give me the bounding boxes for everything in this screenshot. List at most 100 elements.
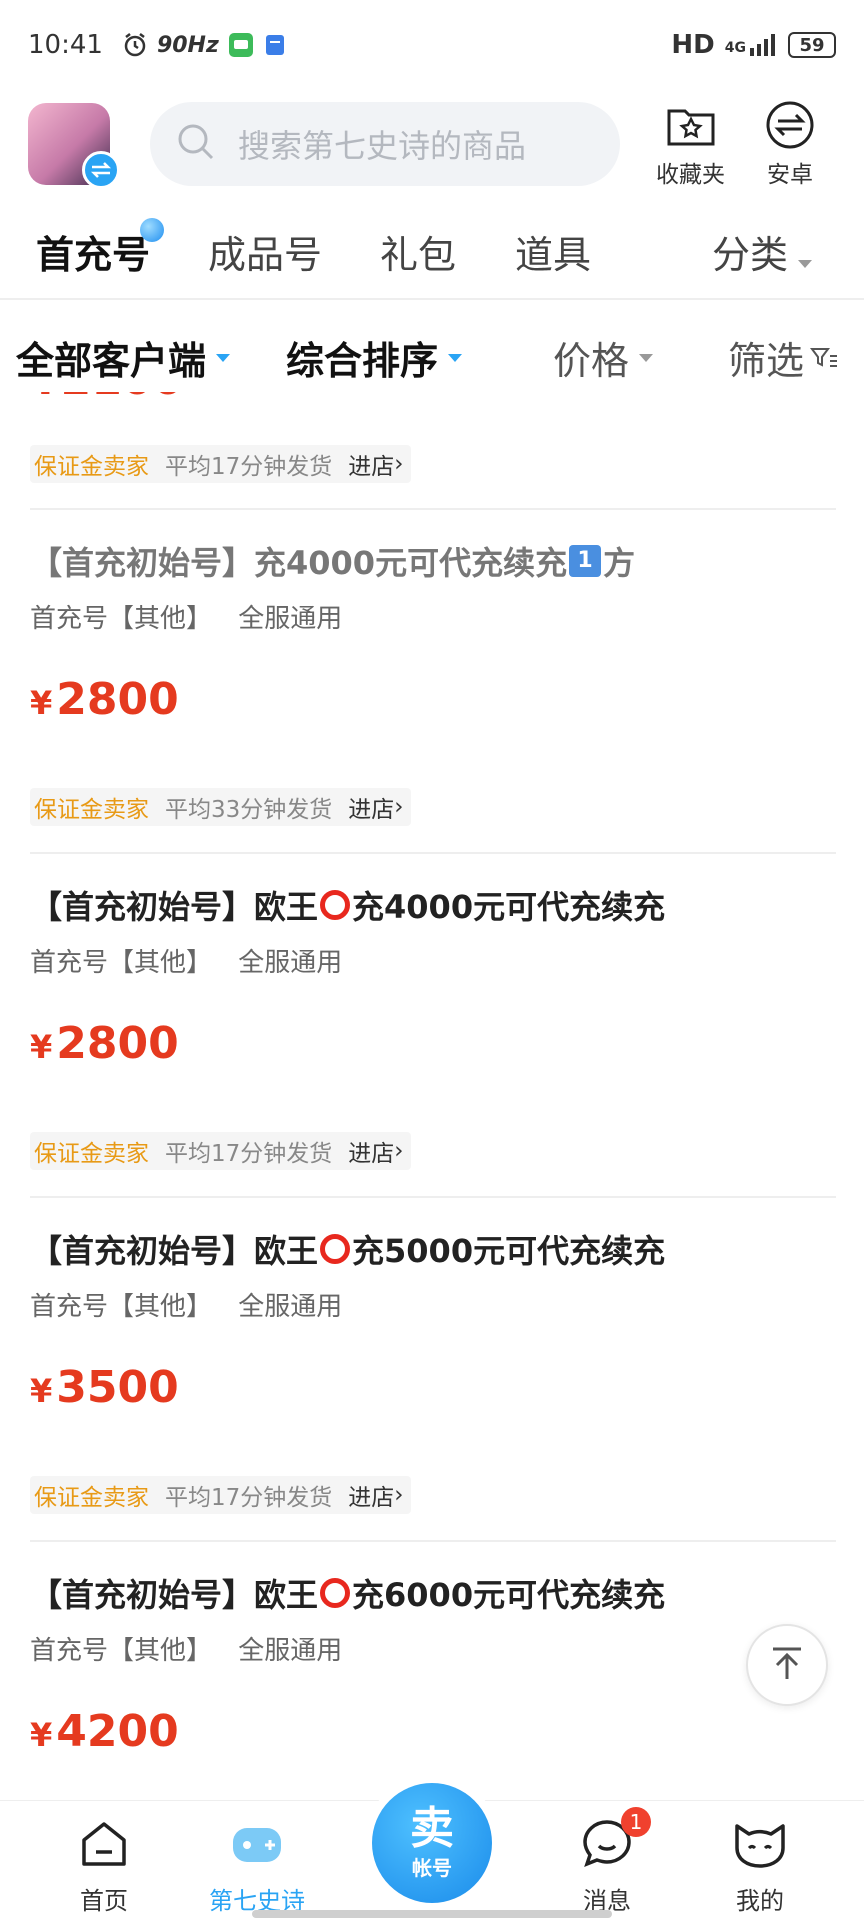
home-indicator[interactable] — [252, 1910, 612, 1918]
game-avatar[interactable] — [28, 103, 120, 189]
alarm-icon — [121, 31, 149, 59]
android-switch-icon — [765, 99, 815, 151]
sort-dropdown[interactable]: 综合排序 — [286, 330, 463, 385]
item-title: 【首充初始号】充4000元可代充续充 1 方 — [30, 544, 636, 582]
item-category: 首充号【其他】 — [30, 604, 213, 634]
item-category: 首充号【其他】 — [30, 1292, 213, 1322]
back-to-top-button[interactable] — [746, 1624, 828, 1706]
nav-game[interactable]: 第七史诗 — [207, 1813, 307, 1916]
item-price: ¥3500 — [30, 1362, 179, 1413]
item-meta: 首充号【其他】 全服通用 — [30, 1286, 836, 1323]
store-app-icon — [263, 33, 287, 57]
arrow-up-icon — [767, 1643, 807, 1687]
seller-tag-row: 保证金卖家 平均33分钟发货 进店 › — [30, 788, 412, 826]
search-placeholder: 搜索第七史诗的商品 — [238, 127, 527, 165]
search-input[interactable]: 搜索第七史诗的商品 — [150, 102, 620, 186]
seller-tag-row: 保证金卖家 平均17分钟发货 进店 › — [30, 1132, 412, 1170]
red-circle-emoji — [320, 890, 351, 920]
list-divider — [30, 1196, 836, 1198]
item-meta: 首充号【其他】 全服通用 — [30, 598, 836, 635]
category-caret-icon — [798, 260, 813, 268]
tab-items[interactable]: 道具 — [515, 224, 591, 279]
home-icon — [78, 1813, 130, 1875]
messages-badge: 1 — [621, 1807, 651, 1837]
search-icon — [176, 122, 216, 166]
chevron-right-icon: › — [394, 1482, 404, 1508]
refresh-rate: 90Hz — [156, 32, 219, 58]
item-server: 全服通用 — [238, 1292, 343, 1322]
list-divider — [30, 508, 836, 510]
avg-delivery: 平均17分钟发货 — [165, 454, 333, 480]
signal-icon: 4G — [725, 34, 778, 56]
avg-delivery: 平均17分钟发货 — [165, 1485, 333, 1511]
item-price: ¥2800 — [30, 1018, 179, 1069]
guarantee-label: 保证金卖家 — [34, 454, 149, 480]
nav-messages[interactable]: 消息 1 — [557, 1807, 657, 1916]
tabs-divider — [0, 298, 864, 300]
filter-button[interactable]: 筛选 — [728, 330, 838, 385]
list-item[interactable]: 【首充初始号】欧王 充6000元可代充续充 首充号【其他】 全服通用 — [30, 1570, 836, 1667]
list-item[interactable]: 【首充初始号】充4000元可代充续充 1 方 首充号【其他】 全服通用 — [30, 538, 836, 635]
favorites-button[interactable]: 收藏夹 — [656, 99, 725, 189]
network-hd: HD — [671, 30, 715, 60]
list-divider — [30, 852, 836, 854]
red-circle-emoji — [320, 1578, 351, 1608]
guarantee-label: 保证金卖家 — [34, 1141, 149, 1167]
seller-tag-row: 保证金卖家 平均17分钟发货 进店 › — [30, 445, 412, 483]
nav-home[interactable]: 首页 — [54, 1813, 154, 1916]
message-app-icon — [227, 31, 255, 59]
item-title: 【首充初始号】欧王 充6000元可代充续充 — [30, 1576, 666, 1614]
cat-face-icon — [731, 1813, 789, 1875]
client-filter[interactable]: 全部客户端 — [16, 330, 231, 385]
tab-category[interactable]: 分类 — [712, 224, 813, 279]
gamepad-icon — [227, 1813, 287, 1875]
avg-delivery: 平均17分钟发货 — [165, 1141, 333, 1167]
tab-finished-account[interactable]: 成品号 — [208, 224, 322, 279]
seller-tag-row: 保证金卖家 平均17分钟发货 进店 › — [30, 1476, 412, 1514]
price-sort[interactable]: 价格 — [553, 330, 654, 385]
top-header: 搜索第七史诗的商品 收藏夹 安卓 — [28, 96, 836, 192]
sort-caret-icon — [448, 353, 463, 362]
favorites-folder-icon — [666, 99, 716, 151]
item-price: ¥4200 — [30, 1706, 179, 1757]
nav-home-label: 首页 — [80, 1887, 128, 1915]
price-caret-icon — [639, 353, 654, 362]
item-server: 全服通用 — [238, 1636, 343, 1666]
bottom-nav: 首页 第七史诗 卖 帐号 消息 1 我的 — [0, 1783, 864, 1920]
chevron-right-icon: › — [394, 451, 404, 477]
item-title: 【首充初始号】欧王 充4000元可代充续充 — [30, 888, 666, 926]
item-title: 【首充初始号】欧王 充5000元可代充续充 — [30, 1232, 666, 1270]
enter-shop-link[interactable]: 进店 › — [348, 790, 403, 824]
platform-button[interactable]: 安卓 — [765, 99, 815, 189]
enter-shop-link[interactable]: 进店 › — [348, 1478, 403, 1512]
keycap-one-emoji: 1 — [569, 545, 602, 577]
guarantee-label: 保证金卖家 — [34, 797, 149, 823]
filter-icon — [810, 346, 838, 370]
item-meta: 首充号【其他】 全服通用 — [30, 942, 836, 979]
list-item[interactable]: 【首充初始号】欧王 充4000元可代充续充 首充号【其他】 全服通用 — [30, 882, 836, 979]
tab-badge-dot — [140, 218, 165, 242]
sell-account-button[interactable]: 卖 帐号 — [372, 1783, 492, 1903]
client-caret-icon — [216, 353, 231, 362]
favorites-label: 收藏夹 — [656, 162, 725, 188]
red-circle-emoji — [320, 1234, 351, 1264]
sort-bar: 全部客户端 综合排序 价格 筛选 — [0, 320, 864, 390]
tab-gift-pack[interactable]: 礼包 — [380, 224, 456, 279]
item-meta: 首充号【其他】 全服通用 — [30, 1630, 836, 1667]
nav-mine[interactable]: 我的 — [710, 1813, 810, 1916]
battery-icon: 59 — [788, 32, 836, 58]
tab-first-charge[interactable]: 首充号 — [36, 218, 165, 279]
enter-shop-link[interactable]: 进店 › — [348, 447, 403, 481]
item-category: 首充号【其他】 — [30, 948, 213, 978]
status-bar: 10:41 90Hz HD 4G 59 — [0, 0, 864, 90]
item-price: ¥2800 — [30, 674, 179, 725]
list-item[interactable]: 【首充初始号】欧王 充5000元可代充续充 首充号【其他】 全服通用 — [30, 1226, 836, 1323]
switch-game-icon[interactable] — [82, 151, 120, 189]
avg-delivery: 平均33分钟发货 — [165, 797, 333, 823]
list-divider — [30, 1540, 836, 1542]
enter-shop-link[interactable]: 进店 › — [348, 1134, 403, 1168]
nav-mine-label: 我的 — [736, 1887, 784, 1915]
partial-price: ¥2100 — [30, 392, 183, 405]
item-server: 全服通用 — [238, 948, 343, 978]
guarantee-label: 保证金卖家 — [34, 1485, 149, 1511]
